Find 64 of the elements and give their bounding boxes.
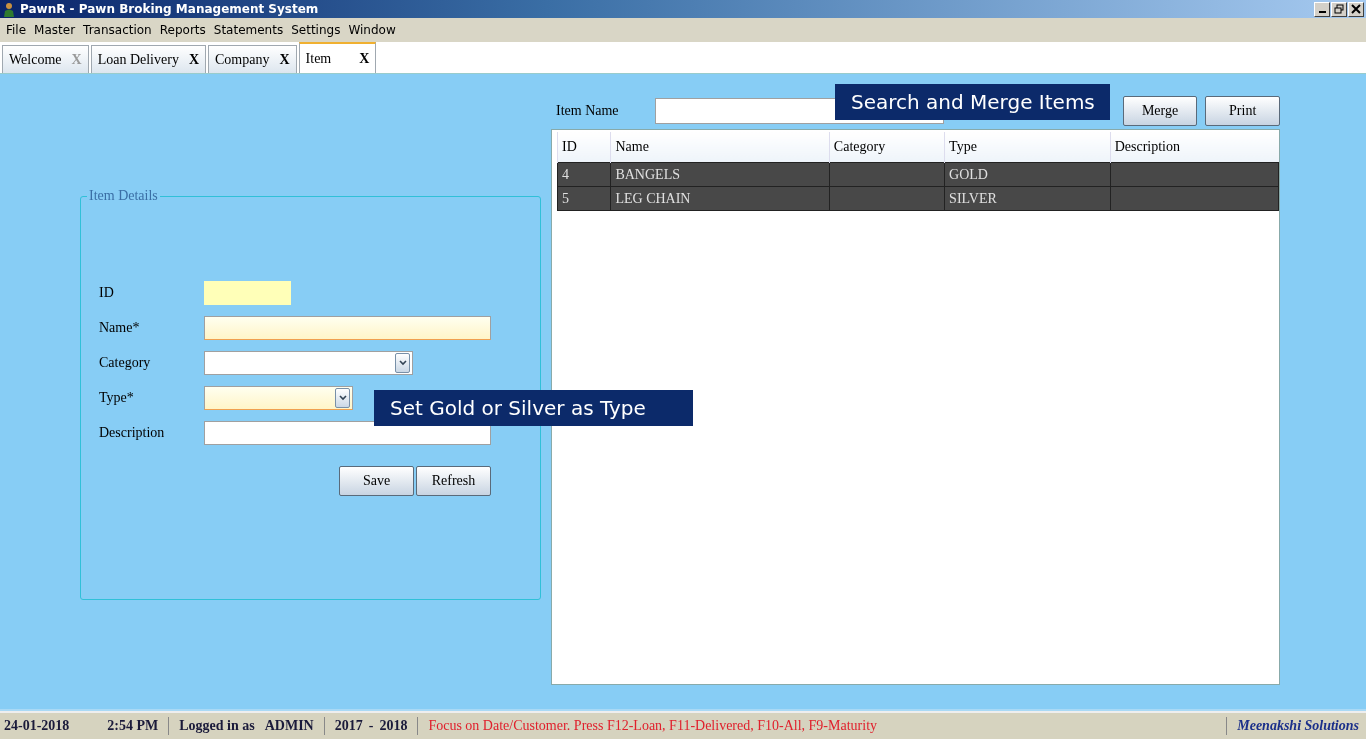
- restore-icon: [1334, 4, 1344, 14]
- close-icon: [1351, 4, 1361, 14]
- status-year: 2017: [334, 718, 363, 734]
- dropdown-field[interactable]: [204, 351, 413, 375]
- column-header[interactable]: Type: [944, 132, 1111, 163]
- table-cell: SILVER: [949, 190, 997, 206]
- form-button[interactable]: Refresh: [416, 466, 491, 496]
- menu-item[interactable]: Transaction: [79, 23, 156, 37]
- status-login-label: Logged in as: [179, 718, 255, 734]
- column-header[interactable]: Name: [610, 132, 830, 163]
- tab[interactable]: Loan Delivery X: [90, 45, 206, 73]
- menu-item[interactable]: File: [2, 23, 31, 37]
- menu-item[interactable]: Reports: [155, 23, 210, 37]
- tab-label: Item: [305, 50, 332, 67]
- minimize-button[interactable]: [1314, 1, 1330, 17]
- table-cell: LEG CHAIN: [615, 190, 691, 206]
- toolbar-button[interactable]: Merge: [1122, 96, 1198, 126]
- company-name: Meenakshi Solutions: [1237, 718, 1360, 734]
- table-cell: 5: [562, 190, 569, 206]
- hint-tooltip: Set Gold or Silver as Type: [374, 390, 693, 426]
- field-label: ID: [99, 285, 115, 301]
- tab[interactable]: Welcome X: [2, 45, 89, 73]
- menu-item[interactable]: Statements: [209, 23, 288, 37]
- column-header[interactable]: Description: [1110, 132, 1279, 163]
- tab-close-button[interactable]: X: [359, 50, 370, 67]
- close-button[interactable]: [1348, 1, 1364, 17]
- status-date: 24-01-2018: [4, 718, 70, 734]
- restore-button[interactable]: [1331, 1, 1347, 17]
- field-label: Category: [99, 355, 152, 371]
- column-header[interactable]: ID: [557, 132, 611, 163]
- field-label: Description: [99, 425, 166, 441]
- tab-close-button[interactable]: X: [188, 51, 199, 68]
- status-year: -: [368, 718, 374, 734]
- tab[interactable]: Item X: [298, 42, 377, 73]
- menu-item[interactable]: Window: [344, 23, 400, 37]
- input-field[interactable]: [204, 421, 491, 445]
- table-cell: GOLD: [949, 166, 988, 182]
- field-label: Name*: [99, 320, 141, 336]
- input-field[interactable]: [204, 316, 491, 340]
- field-label: Type*: [99, 390, 135, 406]
- tab-close-button[interactable]: X: [279, 51, 290, 68]
- status-message: Focus on Date/Customer. Press F12-Loan, F11-Delivered, F10-All, F9-Maturity: [428, 718, 877, 734]
- dropdown-field[interactable]: [204, 386, 353, 410]
- minimize-icon: [1318, 11, 1326, 13]
- app-logo-icon: [2, 1, 16, 17]
- tab-label: Loan Delivery: [97, 51, 179, 68]
- status-time: 2:54 PM: [107, 718, 159, 734]
- menu-item[interactable]: Master: [30, 23, 80, 37]
- status-user: ADMIN: [264, 718, 314, 734]
- tab-label: Company: [215, 51, 270, 68]
- window-title: PawnR - Pawn Broking Management System: [20, 2, 319, 16]
- hint-tooltip: Search and Merge Items: [835, 84, 1110, 120]
- form-button[interactable]: Save: [339, 466, 414, 496]
- table-cell: 4: [562, 166, 569, 182]
- column-header[interactable]: Category: [829, 132, 945, 163]
- toolbar-button[interactable]: Print: [1205, 96, 1280, 126]
- input-field[interactable]: [204, 281, 291, 305]
- menu-item[interactable]: Settings: [287, 23, 345, 37]
- status-year: 2018: [379, 718, 408, 734]
- panel-title: Item Details: [88, 188, 159, 204]
- table-cell: BANGELS: [615, 166, 680, 182]
- tab-label: Welcome: [9, 51, 62, 68]
- tab[interactable]: Company X: [208, 45, 297, 73]
- search-label: Item Name: [555, 103, 620, 119]
